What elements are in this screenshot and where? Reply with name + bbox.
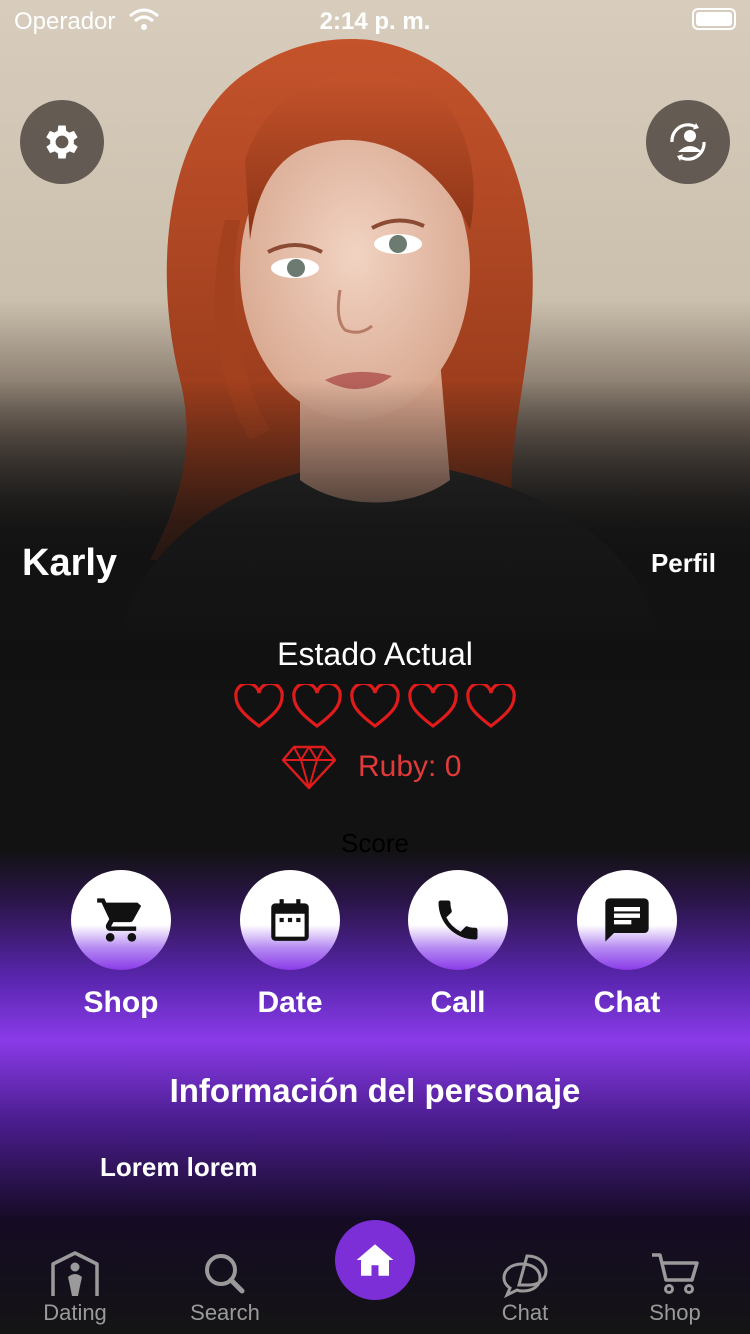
- gear-icon: [46, 125, 78, 159]
- call-action-button[interactable]: Call: [383, 870, 533, 1020]
- portrait-fade: [0, 380, 750, 640]
- shop-action-label: Shop: [83, 986, 159, 1019]
- chat-bubble-icon: [605, 898, 649, 942]
- clock: 2:14 p. m.: [319, 8, 431, 35]
- ruby-counter: Ruby: 0: [280, 742, 461, 792]
- tab-search-label: Search: [190, 1300, 260, 1325]
- tab-bar: Dating Search Chat Shop: [0, 1220, 750, 1334]
- info-body: Lorem lorem: [100, 1152, 258, 1182]
- cart-icon: [97, 898, 142, 942]
- shop-action-circle[interactable]: [71, 870, 171, 970]
- calendar-icon: [271, 899, 309, 941]
- chat-action-button[interactable]: Chat: [552, 870, 702, 1020]
- heart-icon: [350, 684, 400, 729]
- tab-dating-label: Dating: [43, 1300, 107, 1325]
- settings-button[interactable]: [20, 100, 104, 184]
- tab-dating[interactable]: Dating: [10, 1250, 140, 1326]
- home-button[interactable]: [335, 1220, 415, 1300]
- profile-link[interactable]: Perfil: [651, 548, 716, 579]
- action-buttons: Shop Date Call Chat: [0, 870, 750, 1030]
- chat-action-circle[interactable]: [577, 870, 677, 970]
- status-title: Estado Actual: [277, 636, 473, 672]
- ruby-label: Ruby: 0: [358, 750, 462, 783]
- phone-icon: [438, 900, 478, 940]
- date-action-label: Date: [257, 986, 323, 1019]
- date-action-button[interactable]: Date: [215, 870, 365, 1020]
- call-action-label: Call: [430, 986, 486, 1019]
- tab-chat-label: Chat: [501, 1300, 549, 1325]
- heart-icon: [292, 684, 342, 729]
- tab-chat[interactable]: Chat: [460, 1250, 590, 1326]
- chat-icon: [502, 1254, 548, 1298]
- chat-action-label: Chat: [593, 986, 661, 1019]
- status-bar: Operador 2:14 p. m.: [0, 0, 750, 40]
- heart-icon: [408, 684, 458, 729]
- date-action-circle[interactable]: [240, 870, 340, 970]
- switch-account-icon: [670, 123, 706, 161]
- character-name: Karly: [22, 542, 118, 584]
- cart-icon: [652, 1253, 699, 1294]
- home-icon: [356, 1244, 394, 1276]
- tab-search[interactable]: Search: [160, 1250, 290, 1326]
- score-label: Score: [341, 828, 409, 858]
- search-icon: [205, 1254, 245, 1294]
- hearts-rating: [233, 684, 517, 734]
- heart-icon: [466, 684, 516, 729]
- tab-shop[interactable]: Shop: [610, 1250, 740, 1326]
- shop-action-button[interactable]: Shop: [46, 870, 196, 1020]
- ruby-diamond-icon: [281, 745, 337, 790]
- tab-shop-label: Shop: [649, 1300, 701, 1325]
- battery-icon: [692, 8, 736, 30]
- person-house-icon: [51, 1251, 99, 1296]
- info-title: Información del personaje: [169, 1072, 581, 1109]
- app-screen: Operador 2:14 p. m. Karly Perfil Estado …: [0, 0, 750, 1334]
- heart-icon: [234, 684, 284, 729]
- switch-character-button[interactable]: [646, 100, 730, 184]
- call-action-circle[interactable]: [408, 870, 508, 970]
